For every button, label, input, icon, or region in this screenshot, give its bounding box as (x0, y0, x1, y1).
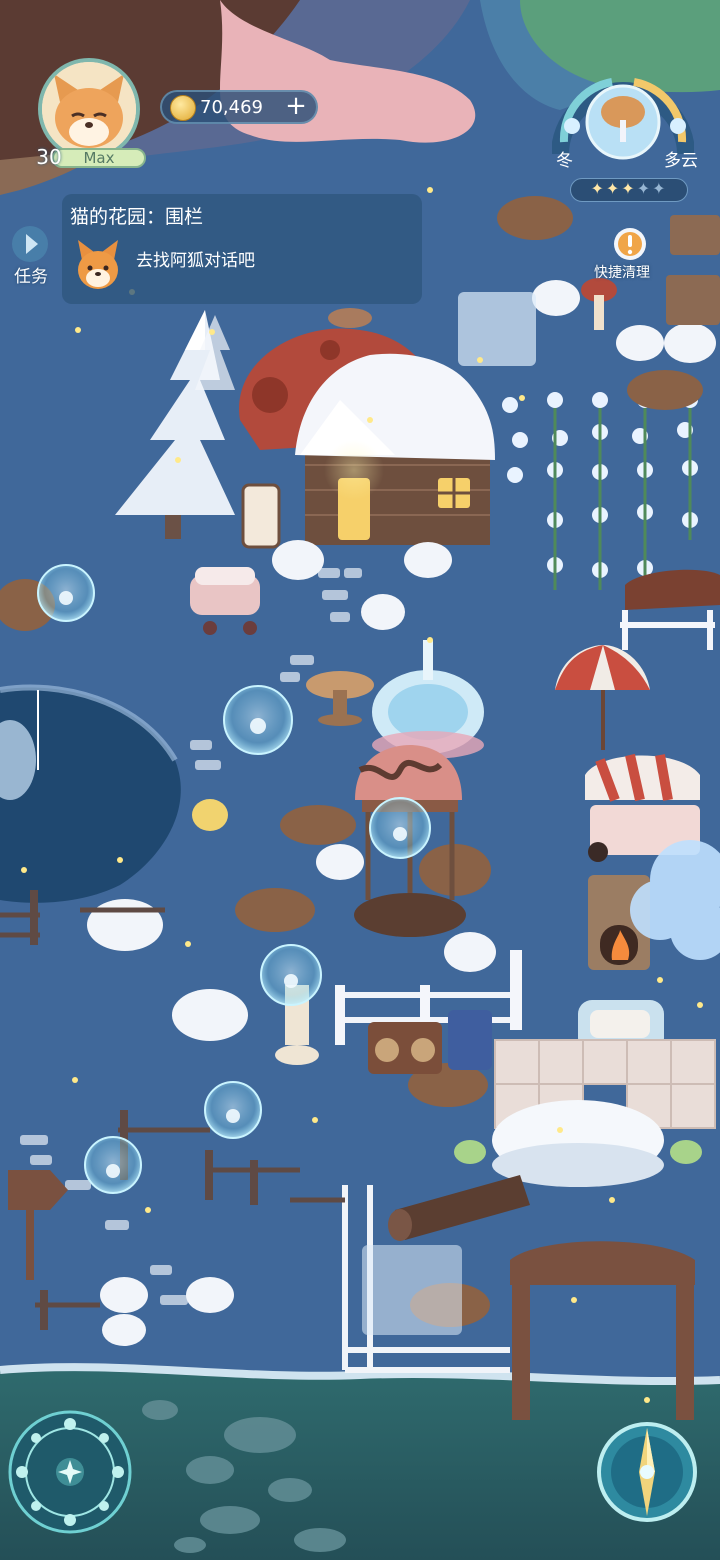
fox-npc-icon (74, 238, 122, 292)
coin-amount: 70,469 (200, 97, 263, 118)
compass-icon (597, 1422, 697, 1522)
weather-condition-label: 多云 (664, 151, 698, 171)
moon-phase-icon (8, 1410, 132, 1534)
compass-button[interactable] (595, 1420, 699, 1524)
cottage (295, 353, 495, 545)
alert-icon (614, 228, 646, 260)
season-label: 冬 (556, 151, 573, 171)
quest-description: 去找阿狐对话吧 (136, 251, 255, 271)
task-label[interactable]: 任务 (14, 262, 48, 287)
quest-toggle-button[interactable] (12, 226, 48, 262)
pumpkin-lamp (192, 799, 228, 831)
plus-icon: + (285, 91, 307, 121)
snow-table (492, 1100, 664, 1187)
sign-board (241, 483, 281, 549)
weather-star-rating: ✦✦✦✦✦ (570, 178, 688, 202)
quick-clean-button[interactable]: 快捷清理 (594, 226, 668, 286)
star-empty-icon: ✦✦ (636, 179, 668, 198)
add-coins-button[interactable]: + (284, 93, 308, 121)
quick-clean-label: 快捷清理 (594, 265, 650, 281)
radio (368, 1022, 442, 1074)
player-avatar[interactable]: Max 30 (36, 58, 146, 170)
quest-panel[interactable]: 猫的花园：围栏 去找阿狐对话吧 (62, 194, 422, 304)
moon-circle-button[interactable] (6, 1408, 134, 1536)
coin-counter: 70,469 + (160, 90, 318, 124)
display-stand (448, 1010, 492, 1070)
weather-widget[interactable]: 冬 多云 ✦✦✦✦✦ (551, 62, 698, 212)
gold-coin-icon (170, 95, 196, 121)
quest-title: 猫的花园：围栏 (70, 206, 204, 228)
player-level: 30 (36, 145, 62, 169)
star-filled-icon: ✦✦✦ (590, 179, 637, 198)
chevron-right-icon (26, 234, 38, 254)
